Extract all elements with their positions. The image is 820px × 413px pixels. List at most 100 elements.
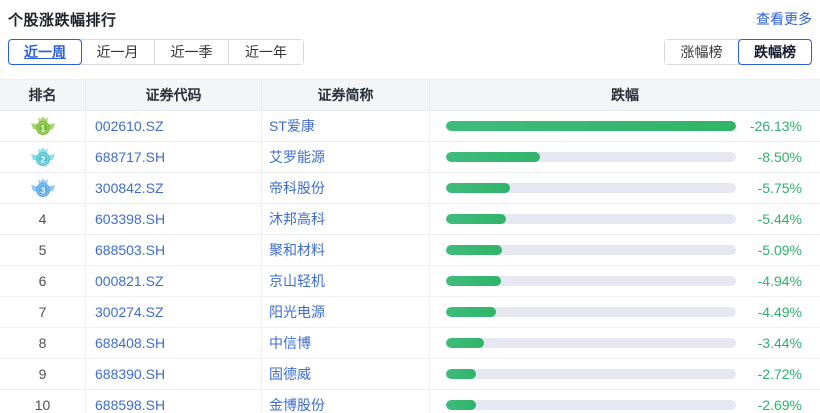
change-value: -4.94% <box>736 273 802 289</box>
bar-track <box>446 307 736 317</box>
bar-fill <box>446 400 476 410</box>
security-name[interactable]: 艾罗能源 <box>262 142 430 172</box>
bar-track <box>446 338 736 348</box>
change-cell: -4.94% <box>430 266 820 296</box>
rank-cell: 9 <box>0 359 86 389</box>
column-header-rank: 排名 <box>0 80 86 110</box>
security-code[interactable]: 688390.SH <box>86 359 262 389</box>
table-row[interactable]: 6 000821.SZ 京山轻机 -4.94% <box>0 266 820 297</box>
bar-fill <box>446 369 476 379</box>
bar-fill <box>446 245 502 255</box>
svg-text:3: 3 <box>40 186 45 196</box>
bar-track <box>446 214 736 224</box>
change-cell: -4.49% <box>430 297 820 327</box>
security-name[interactable]: 沐邦高科 <box>262 204 430 234</box>
bar-track <box>446 245 736 255</box>
change-value: -5.75% <box>736 180 802 196</box>
table-row[interactable]: 3 300842.SZ 帝科股份 -5.75% <box>0 173 820 204</box>
security-code[interactable]: 300274.SZ <box>86 297 262 327</box>
security-code[interactable]: 603398.SH <box>86 204 262 234</box>
table-body: 1 002610.SZ ST爱康 -26.13% 2 688717.SH 艾罗能… <box>0 111 820 413</box>
security-name[interactable]: 金博股份 <box>262 390 430 413</box>
change-value: -5.09% <box>736 242 802 258</box>
security-code[interactable]: 688503.SH <box>86 235 262 265</box>
security-code[interactable]: 688717.SH <box>86 142 262 172</box>
page-title: 个股涨跌幅排行 <box>8 9 117 30</box>
period-tab-month[interactable]: 近一月 <box>81 40 155 64</box>
change-value: -4.49% <box>736 304 802 320</box>
table-header-row: 排名 证券代码 证券简称 跌幅 <box>0 80 820 111</box>
table-row[interactable]: 10 688598.SH 金博股份 -2.69% <box>0 390 820 413</box>
table-row[interactable]: 2 688717.SH 艾罗能源 -8.50% <box>0 142 820 173</box>
board-tab-losers[interactable]: 跌幅榜 <box>738 39 812 65</box>
security-name[interactable]: 中信博 <box>262 328 430 358</box>
change-cell: -2.72% <box>430 359 820 389</box>
bar-fill <box>446 183 510 193</box>
security-name[interactable]: 帝科股份 <box>262 173 430 203</box>
table-row[interactable]: 8 688408.SH 中信博 -3.44% <box>0 328 820 359</box>
security-name[interactable]: 聚和材料 <box>262 235 430 265</box>
bar-fill <box>446 152 540 162</box>
change-cell: -3.44% <box>430 328 820 358</box>
period-tab-quarter[interactable]: 近一季 <box>155 40 229 64</box>
bar-track <box>446 183 736 193</box>
svg-text:1: 1 <box>40 124 45 134</box>
column-header-name: 证券简称 <box>262 80 430 110</box>
stock-ranking-widget: 个股涨跌幅排行 查看更多 近一周近一月近一季近一年 涨幅榜跌幅榜 排名 证券代码… <box>0 0 820 413</box>
security-name[interactable]: 京山轻机 <box>262 266 430 296</box>
table-row[interactable]: 9 688390.SH 固德威 -2.72% <box>0 359 820 390</box>
change-cell: -5.75% <box>430 173 820 203</box>
period-tab-group: 近一周近一月近一季近一年 <box>8 39 304 65</box>
security-code[interactable]: 688408.SH <box>86 328 262 358</box>
change-cell: -8.50% <box>430 142 820 172</box>
table-row[interactable]: 1 002610.SZ ST爱康 -26.13% <box>0 111 820 142</box>
security-code[interactable]: 300842.SZ <box>86 173 262 203</box>
bar-fill <box>446 276 501 286</box>
rank-cell: 8 <box>0 328 86 358</box>
rank-cell: 6 <box>0 266 86 296</box>
security-code[interactable]: 688598.SH <box>86 390 262 413</box>
rank-cell: 2 <box>0 142 86 172</box>
table-row[interactable]: 7 300274.SZ 阳光电源 -4.49% <box>0 297 820 328</box>
bar-fill <box>446 214 506 224</box>
column-header-code: 证券代码 <box>86 80 262 110</box>
period-tab-year[interactable]: 近一年 <box>229 40 303 64</box>
bar-fill <box>446 338 484 348</box>
change-cell: -5.44% <box>430 204 820 234</box>
board-tab-gainers[interactable]: 涨幅榜 <box>665 40 739 64</box>
bar-track <box>446 121 736 131</box>
table-row[interactable]: 4 603398.SH 沐邦高科 -5.44% <box>0 204 820 235</box>
change-value: -8.50% <box>736 149 802 165</box>
rank-medal-icon: 3 <box>30 178 56 198</box>
security-name[interactable]: ST爱康 <box>262 111 430 141</box>
view-more-link[interactable]: 查看更多 <box>756 9 812 29</box>
change-cell: -5.09% <box>430 235 820 265</box>
change-cell: -26.13% <box>430 111 820 141</box>
security-code[interactable]: 002610.SZ <box>86 111 262 141</box>
security-name[interactable]: 固德威 <box>262 359 430 389</box>
controls-row: 近一周近一月近一季近一年 涨幅榜跌幅榜 <box>8 39 812 66</box>
rank-cell: 10 <box>0 390 86 413</box>
rank-cell: 1 <box>0 111 86 141</box>
rank-cell: 3 <box>0 173 86 203</box>
column-header-change: 跌幅 <box>430 80 820 110</box>
change-cell: -2.69% <box>430 390 820 413</box>
board-tab-group: 涨幅榜跌幅榜 <box>664 39 812 65</box>
table-row[interactable]: 5 688503.SH 聚和材料 -5.09% <box>0 235 820 266</box>
security-code[interactable]: 000821.SZ <box>86 266 262 296</box>
widget-header: 个股涨跌幅排行 查看更多 <box>0 0 820 29</box>
rank-medal-icon: 2 <box>30 147 56 167</box>
rank-cell: 7 <box>0 297 86 327</box>
rank-medal-icon: 1 <box>30 116 56 136</box>
period-tab-week[interactable]: 近一周 <box>8 39 82 65</box>
svg-text:2: 2 <box>40 155 45 165</box>
rank-cell: 5 <box>0 235 86 265</box>
change-value: -3.44% <box>736 335 802 351</box>
bar-track <box>446 152 736 162</box>
ranking-table: 排名 证券代码 证券简称 跌幅 1 002610.SZ ST爱康 -26.13%… <box>0 79 820 413</box>
bar-track <box>446 400 736 410</box>
bar-track <box>446 276 736 286</box>
change-value: -2.69% <box>736 397 802 413</box>
security-name[interactable]: 阳光电源 <box>262 297 430 327</box>
bar-track <box>446 369 736 379</box>
